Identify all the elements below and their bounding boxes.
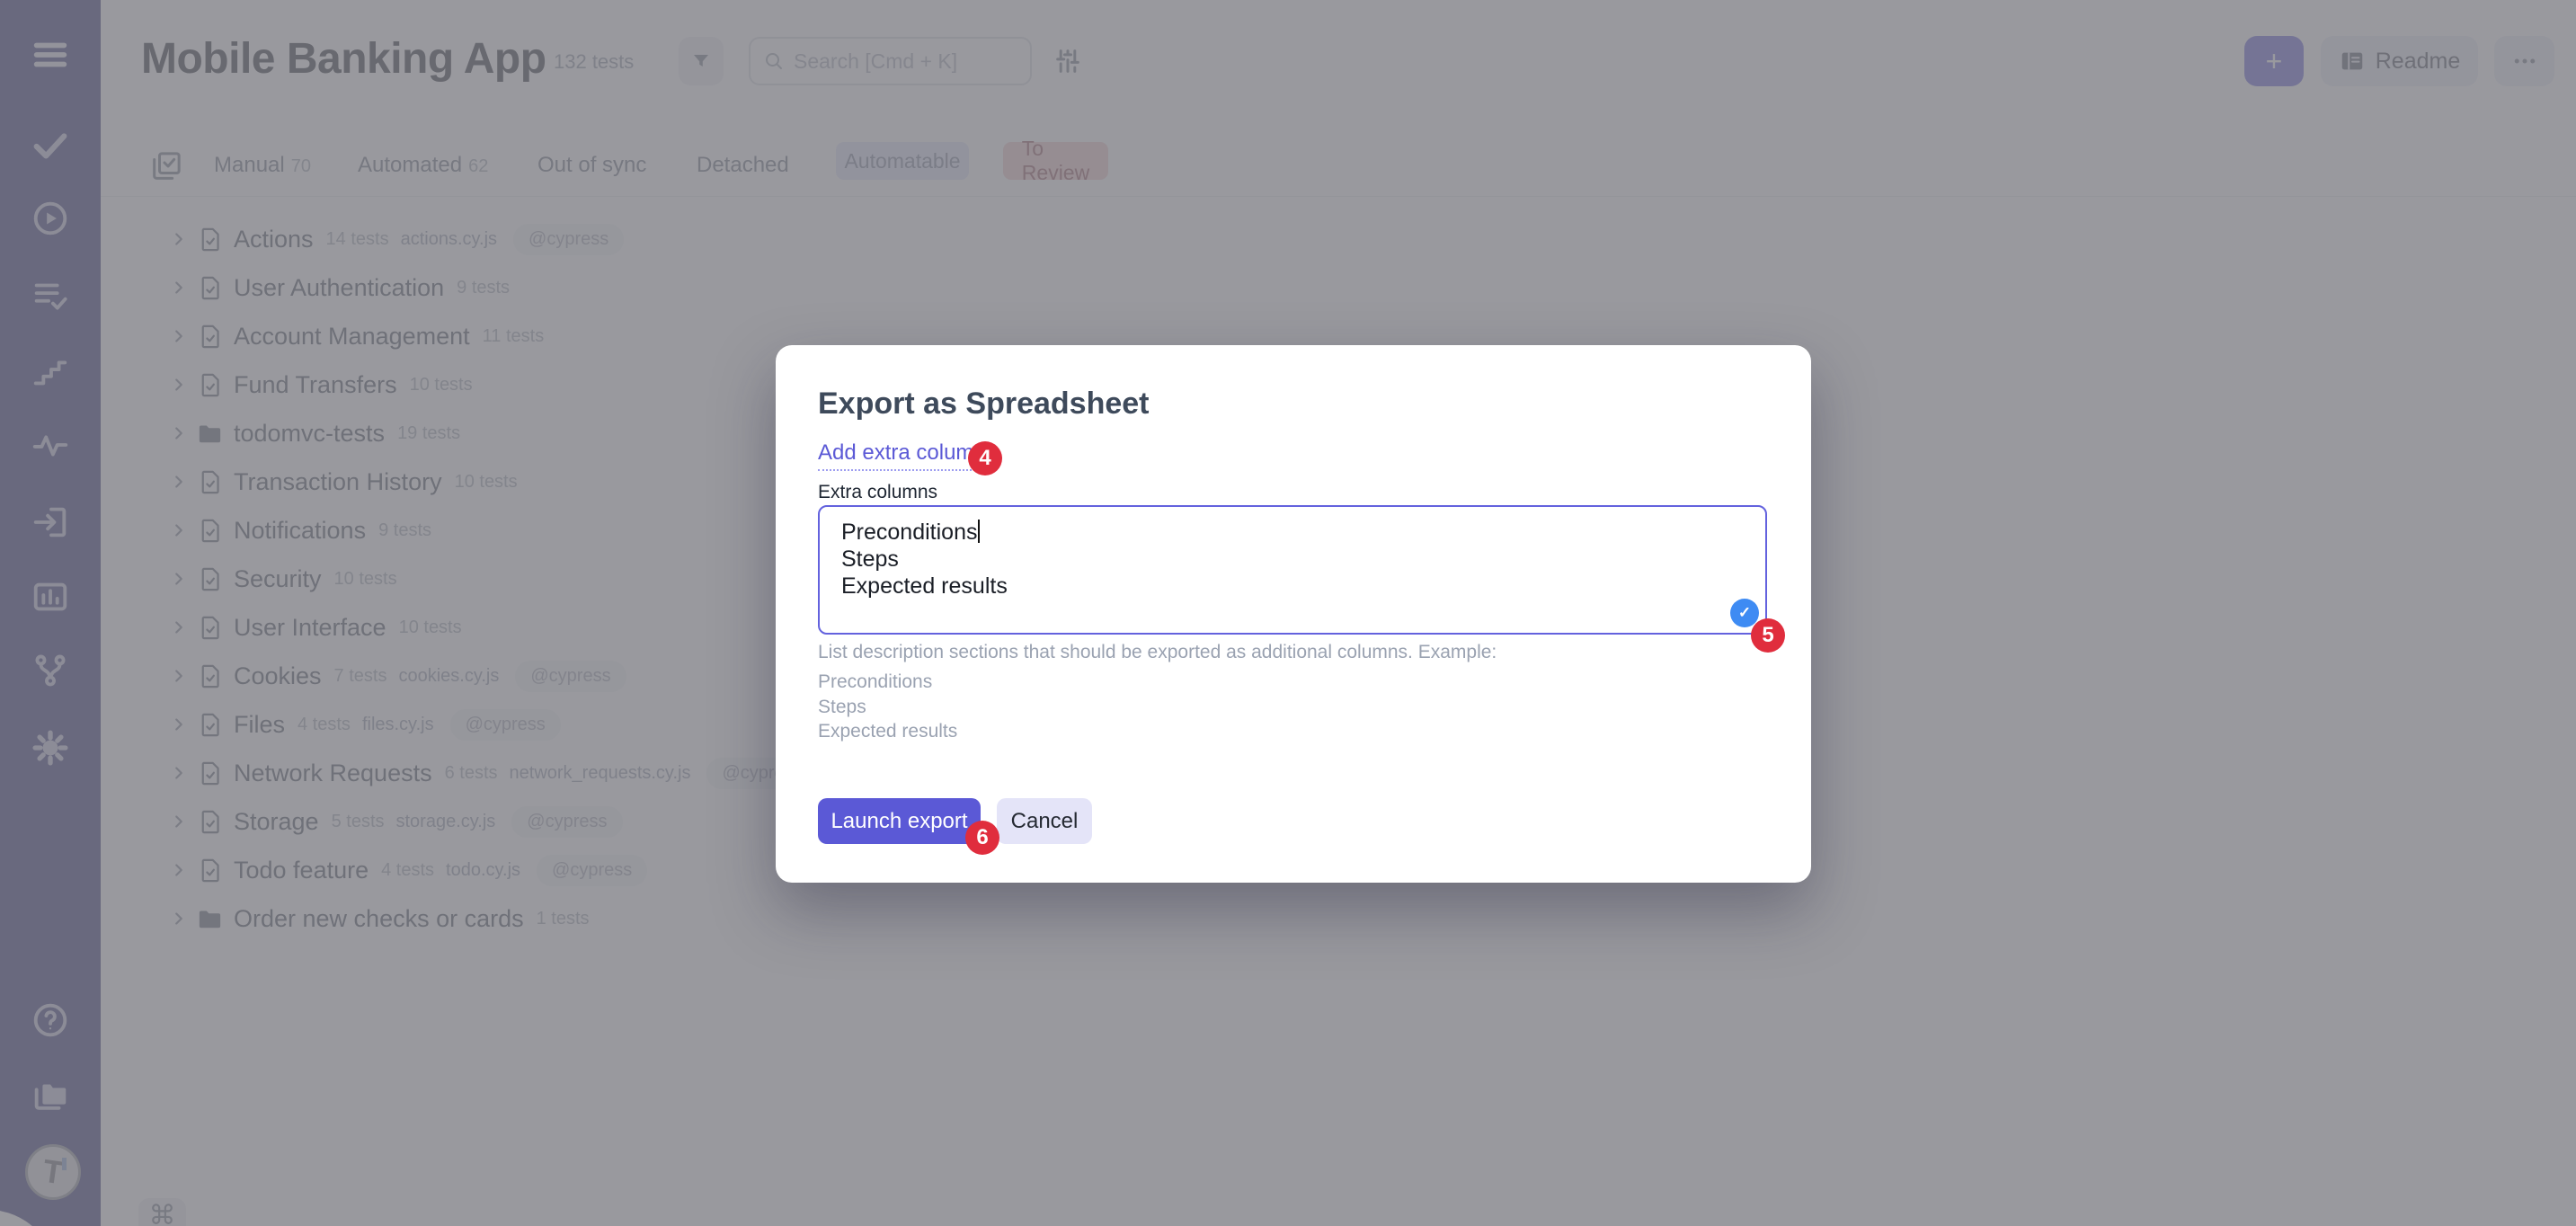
helper-text: List description sections that should be… [818,642,1497,663]
launch-export-button[interactable]: Launch export [818,798,981,844]
example-line: Preconditions [818,671,932,693]
app-screen: T Mobile Banking App 132 tests + Readme [0,0,2576,1226]
textarea-line: Steps [841,546,1744,573]
text-cursor [978,520,980,543]
extra-columns-label: Extra columns [818,482,937,503]
modal-title: Export as Spreadsheet [818,386,1149,422]
textarea-line: Preconditions [841,519,1744,546]
example-line: Expected results [818,721,957,742]
tutorial-step-badge-5: 5 [1751,618,1785,653]
textarea-line: Expected results [841,573,1744,600]
tutorial-step-badge-4: 4 [968,441,1002,475]
example-line: Steps [818,697,866,718]
tutorial-step-badge-6: 6 [965,821,999,855]
export-modal: Export as Spreadsheet Add extra columns … [776,345,1811,883]
extra-columns-textarea[interactable]: Preconditions Steps Expected results [818,505,1767,635]
cancel-button[interactable]: Cancel [997,798,1092,844]
